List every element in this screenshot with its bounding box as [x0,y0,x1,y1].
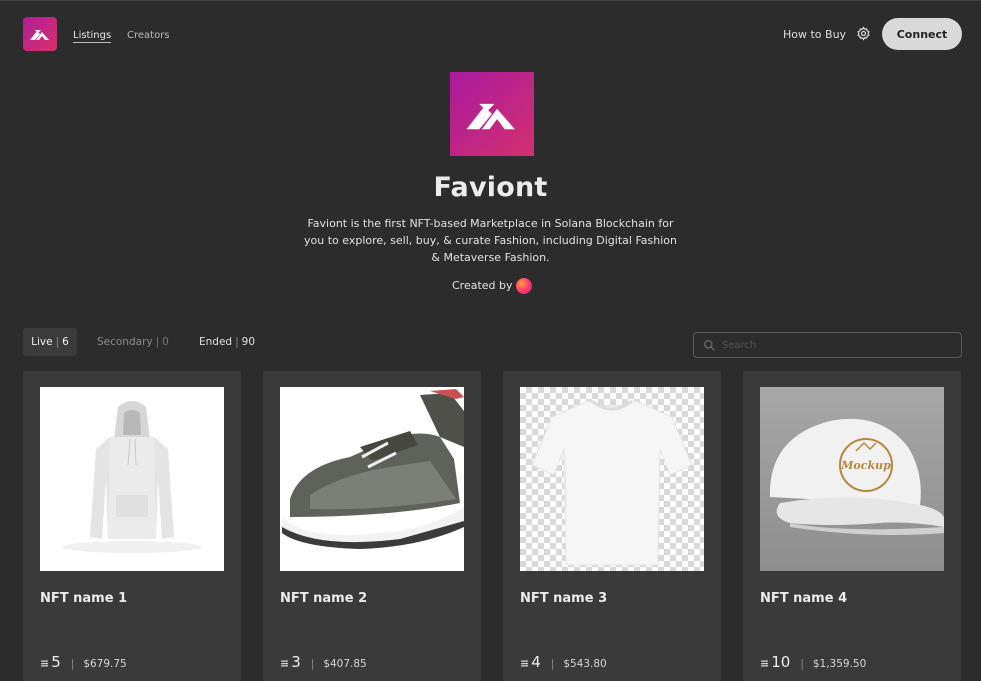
listing-name: NFT name 3 [520,591,608,606]
tab-secondary-label: Secondary [97,336,153,348]
listing-image [280,387,464,571]
gear-icon[interactable] [856,26,871,41]
listing-card[interactable]: Mockup NFT name 4 ≡ 10 | $1,359.50 [743,371,961,681]
listing-price: ≡ 4 | $543.80 [520,653,607,671]
header: Listings Creators How to Buy Connect [0,0,981,68]
search-icon [703,339,715,351]
listing-price: ≡ 3 | $407.85 [280,653,367,671]
listing-card[interactable]: NFT name 1 ≡ 5 | $679.75 [23,371,241,681]
solana-icon: ≡ [280,657,290,670]
search-input[interactable] [722,336,952,354]
search-box[interactable] [693,332,962,358]
listing-image [520,387,704,571]
how-to-buy-link[interactable]: How to Buy [783,28,846,41]
listing-price: ≡ 10 | $1,359.50 [760,653,867,671]
brand-logo[interactable] [23,17,57,51]
connect-button[interactable]: Connect [882,18,962,50]
tab-live-label: Live [31,336,53,348]
svg-text:Mockup: Mockup [840,459,891,472]
tab-secondary-count: 0 [162,336,169,348]
tab-ended-label: Ended [199,336,233,348]
tshirt-image [531,399,693,566]
nav-listings[interactable]: Listings [73,30,112,43]
sneakers-image [282,389,464,549]
cap-image: Mockup [769,418,944,535]
store-description: Faviont is the first NFT-based Marketpla… [304,217,677,264]
solana-icon: ≡ [760,657,770,670]
tab-live-count: 6 [62,336,69,348]
brand-mark-icon [466,103,515,130]
listing-name: NFT name 1 [40,591,128,606]
tab-ended[interactable]: Ended | 90 [199,328,255,356]
listing-sol-price: 4 [531,653,541,671]
listing-name: NFT name 4 [760,591,848,606]
listing-usd-price: $407.85 [323,658,367,670]
listing-card[interactable]: NFT name 3 ≡ 4 | $543.80 [503,371,721,681]
store-logo [450,72,534,156]
tab-secondary[interactable]: Secondary | 0 [97,328,169,356]
listing-sol-price: 5 [51,653,61,671]
listing-image: Mockup [760,387,944,571]
store-title: Faviont [433,172,548,203]
listing-image [40,387,224,571]
listing-name: NFT name 2 [280,591,368,606]
created-by-label: Created by [452,279,513,292]
listing-usd-price: $679.75 [83,658,127,670]
hoodie-image [62,401,202,553]
brand-mark-icon [30,30,49,40]
listing-card[interactable]: NFT name 2 ≡ 3 | $407.85 [263,371,481,681]
listing-sol-price: 3 [291,653,301,671]
listing-usd-price: $543.80 [563,658,607,670]
creator-avatar[interactable] [516,278,532,294]
tab-live[interactable]: Live | 6 [23,328,77,356]
listing-usd-price: $1,359.50 [812,658,867,670]
tab-ended-count: 90 [241,336,256,348]
solana-icon: ≡ [40,657,50,670]
solana-icon: ≡ [520,657,530,670]
listing-sol-price: 10 [771,653,791,671]
nav-creators[interactable]: Creators [127,30,170,41]
listing-price: ≡ 5 | $679.75 [40,653,127,671]
